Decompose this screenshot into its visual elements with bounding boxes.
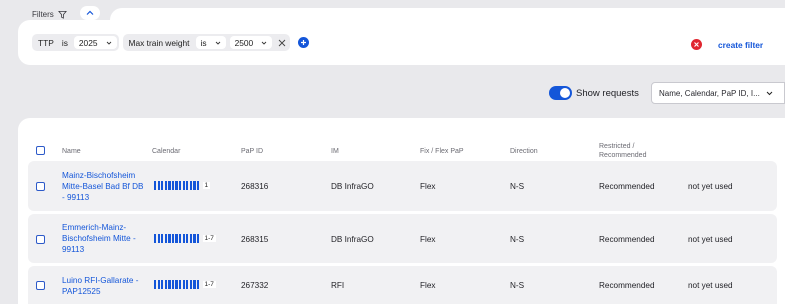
show-requests-toggle[interactable] [549, 86, 572, 100]
calendar-label: 1-7 [202, 235, 216, 242]
row-checkbox[interactable] [36, 281, 45, 290]
usage-status: not yet used [688, 235, 733, 244]
close-icon [278, 39, 286, 46]
chevron-down-icon [261, 41, 267, 45]
fix-flex: Flex [420, 182, 436, 191]
calendar-label: 1 [202, 182, 211, 189]
route-name-link[interactable]: Mainz-Bischofsheim Mitte-Basel Bad Bf DB… [62, 170, 146, 203]
clear-filters-button[interactable] [691, 39, 702, 50]
filters-label: Filters [32, 9, 54, 19]
column-header-calendar[interactable]: Calendar [152, 147, 180, 156]
im: DB InfraGO [331, 235, 374, 244]
calendar-label: 1-7 [202, 281, 216, 288]
calendar-bars: 1-7 [154, 280, 216, 289]
usage-status: not yet used [688, 182, 733, 191]
filter-field: TTP [38, 37, 54, 48]
show-requests-label: Show requests [576, 88, 639, 99]
restricted: Recommended [599, 235, 655, 244]
chevron-down-icon [766, 91, 773, 95]
select-all-checkbox[interactable] [36, 146, 45, 155]
row-checkbox[interactable] [36, 235, 45, 244]
restricted: Recommended [599, 281, 655, 290]
funnel-icon [57, 10, 67, 19]
route-name-link[interactable]: Emmerich-Mainz-Bischofsheim Mitte - 9911… [62, 222, 146, 255]
chevron-down-icon [106, 41, 111, 45]
filter-chips: TTP is 2025 Max train weight is 2500 [32, 34, 310, 51]
pap-id: 268316 [241, 182, 269, 191]
remove-filter-button[interactable] [276, 37, 288, 49]
search-select[interactable]: Name, Calendar, PaP ID, I... [651, 82, 785, 104]
create-filter-link[interactable]: create filter [718, 40, 763, 50]
filter-value: 2025 [78, 37, 98, 48]
pap-id: 267332 [241, 281, 269, 290]
filter-chip-max-train-weight: Max train weight is 2500 [122, 34, 291, 51]
close-icon [694, 42, 699, 47]
row-checkbox[interactable] [36, 182, 45, 191]
filter-operator: is [61, 37, 68, 48]
im: RFI [331, 281, 345, 290]
add-filter-button[interactable] [298, 37, 310, 48]
calendar-bars: 1 [154, 181, 211, 190]
im: DB InfraGO [331, 182, 374, 191]
filter-value: 2500 [234, 37, 254, 48]
filter-operator-select[interactable]: is [195, 36, 226, 49]
chevron-down-icon [215, 41, 220, 45]
column-header-restricted[interactable]: Restricted / Recommended [599, 142, 659, 160]
search-placeholder: Name, Calendar, PaP ID, I... [659, 88, 760, 98]
collapse-filters-button[interactable] [80, 6, 100, 20]
plus-icon [301, 40, 307, 45]
filter-field: Max train weight [128, 37, 190, 48]
pap-id: 268315 [241, 235, 269, 244]
direction: N-S [510, 281, 525, 290]
filter-value-select[interactable]: 2025 [73, 36, 117, 49]
chevron-up-icon [86, 10, 94, 15]
filter-operator: is [200, 37, 207, 48]
usage-status: not yet used [688, 281, 733, 290]
route-name-link[interactable]: Luino RFI-Gallarate - PAP12525 [62, 275, 146, 297]
column-header-pap-id[interactable]: PaP ID [241, 147, 263, 156]
column-header-fix-flex[interactable]: Fix / Flex PaP [420, 147, 464, 156]
column-header-name[interactable]: Name [62, 147, 81, 156]
column-header-im[interactable]: IM [331, 147, 339, 156]
calendar-bars: 1-7 [154, 234, 216, 243]
fix-flex: Flex [420, 235, 436, 244]
fix-flex: Flex [420, 281, 436, 290]
restricted: Recommended [599, 182, 655, 191]
filter-value-select[interactable]: 2500 [229, 36, 273, 49]
direction: N-S [510, 235, 525, 244]
filter-chip-ttp: TTP is 2025 [32, 34, 119, 51]
column-header-direction[interactable]: Direction [510, 147, 538, 156]
direction: N-S [510, 182, 525, 191]
